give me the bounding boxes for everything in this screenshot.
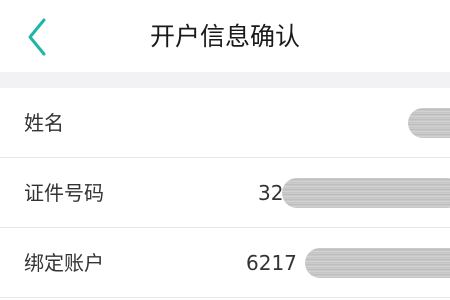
- row-label: 绑定账户: [24, 251, 104, 275]
- info-row-name: 姓名: [0, 88, 450, 158]
- account-info-list: 姓名 证件号码 32 绑定账户 6217: [0, 88, 450, 300]
- redacted-value-mask: [408, 108, 450, 138]
- info-row-bound-account: 绑定账户 6217: [0, 228, 450, 298]
- redacted-value-mask: [305, 248, 450, 278]
- row-label: 姓名: [24, 111, 64, 135]
- section-gap: [0, 72, 450, 88]
- header-bar: 开户信息确认: [0, 0, 450, 72]
- info-row-id-number: 证件号码 32: [0, 158, 450, 228]
- redacted-value-mask: [282, 178, 450, 208]
- row-value-visible: 32: [258, 181, 284, 205]
- row-value-visible: 6217: [246, 251, 297, 275]
- row-label: 证件号码: [24, 181, 104, 205]
- page-title: 开户信息确认: [149, 22, 300, 51]
